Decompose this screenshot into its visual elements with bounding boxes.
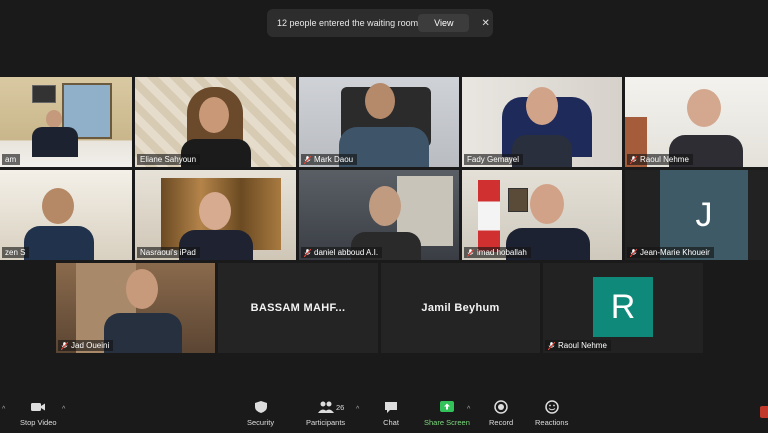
muted-mic-icon [630,248,637,257]
meeting-toolbar: ^ Stop Video ^ Security Participants 26 … [0,398,768,433]
video-tile-10[interactable]: J Jean-Marie Khoueir [625,170,768,260]
muted-mic-icon [467,248,474,257]
chat-button[interactable]: Chat [383,400,399,427]
stop-video-label: Stop Video [20,418,57,427]
record-label: Record [489,418,514,427]
share-screen-button[interactable]: Share Screen [424,400,470,427]
waiting-room-notification: 12 people entered the waiting room View … [267,9,493,37]
muted-mic-icon [630,155,637,164]
participant-name: Raoul Nehme [640,155,689,164]
chat-label: Chat [383,418,399,427]
chat-icon [385,402,397,413]
participant-name-label: Jean-Marie Khoueir [627,247,714,258]
view-waiting-room-button[interactable]: View [418,14,470,32]
record-icon [494,400,508,414]
participant-name: Jamil Beyhum [421,302,500,314]
participant-name: zen S [5,248,26,257]
video-tile-2[interactable]: Eliane Sahyoun [135,77,296,167]
participant-name: BASSAM MAHF... [250,302,346,314]
participant-name: Jad Oueini [71,341,110,350]
video-tile-3[interactable]: Mark Daou [299,77,459,167]
participant-name-label: am [2,154,21,165]
muted-mic-icon [548,341,555,350]
video-tile-7-active-speaker[interactable]: Nasraoui's iPad [135,170,296,260]
participant-name-label: Jad Oueini [58,340,114,351]
participant-name-label: Fady Gemayel [464,154,524,165]
participant-name-label: imad hoballah [464,247,531,258]
muted-mic-icon [304,248,311,257]
shield-icon [254,401,267,413]
participant-name: am [5,155,17,164]
security-button[interactable]: Security [247,400,274,427]
security-label: Security [247,418,275,427]
video-tile-12[interactable]: BASSAM MAHF... [218,263,378,353]
participant-name: Eliane Sahyoun [140,155,197,164]
video-options-caret[interactable]: ^ [62,406,65,413]
participant-name-label: Nasraoui's iPad [137,247,200,258]
participant-name-label: daniel abboud A.I. [301,247,383,258]
end-meeting-button[interactable] [760,406,768,418]
participant-name: daniel abboud A.I. [314,248,379,257]
participant-name: Fady Gemayel [467,155,520,164]
video-tile-13[interactable]: Jamil Beyhum [381,263,540,353]
participant-name: Nasraoui's iPad [140,248,196,257]
participant-name-label: Mark Daou [301,154,358,165]
participant-name: Raoul Nehme [558,341,607,350]
participant-name: imad hoballah [477,248,527,257]
muted-mic-icon [61,341,68,350]
participant-name-label: Raoul Nehme [545,340,611,351]
video-tile-9[interactable]: imad hoballah [462,170,622,260]
video-camera-icon [31,403,46,411]
record-button[interactable]: Record [489,400,513,427]
participant-name-label: Raoul Nehme [627,154,693,165]
video-tile-11[interactable]: Jad Oueini [56,263,215,353]
close-icon[interactable]: ✕ [481,18,489,29]
video-tile-8[interactable]: daniel abboud A.I. [299,170,459,260]
avatar-letter: J [695,195,713,234]
participant-name-label: Eliane Sahyoun [137,154,201,165]
avatar: R [593,277,653,337]
participant-name: Mark Daou [314,155,354,164]
reactions-label: Reactions [535,418,569,427]
video-tile-6[interactable]: zen S [0,170,132,260]
video-tile-14[interactable]: R Raoul Nehme [543,263,703,353]
share-screen-icon [439,401,454,412]
video-tile-4[interactable]: Fady Gemayel [462,77,622,167]
participants-label: Participants [306,418,346,427]
video-tile-5[interactable]: Raoul Nehme [625,77,768,167]
emoji-icon [544,400,559,414]
avatar-letter: R [610,287,636,326]
audio-options-caret[interactable]: ^ [2,406,5,413]
share-screen-label: Share Screen [424,418,470,427]
video-tile-1[interactable]: am [0,77,132,167]
participants-count: 26 [336,403,345,412]
participants-options-caret[interactable]: ^ [356,406,359,413]
participant-name-label: zen S [2,247,30,258]
reactions-button[interactable]: Reactions [535,400,568,427]
share-options-caret[interactable]: ^ [467,406,470,413]
muted-mic-icon [304,155,311,164]
participant-name: Jean-Marie Khoueir [640,248,710,257]
stop-video-button[interactable]: Stop Video [20,400,57,427]
waiting-room-message: 12 people entered the waiting room [277,18,419,28]
participants-icon [317,401,334,413]
